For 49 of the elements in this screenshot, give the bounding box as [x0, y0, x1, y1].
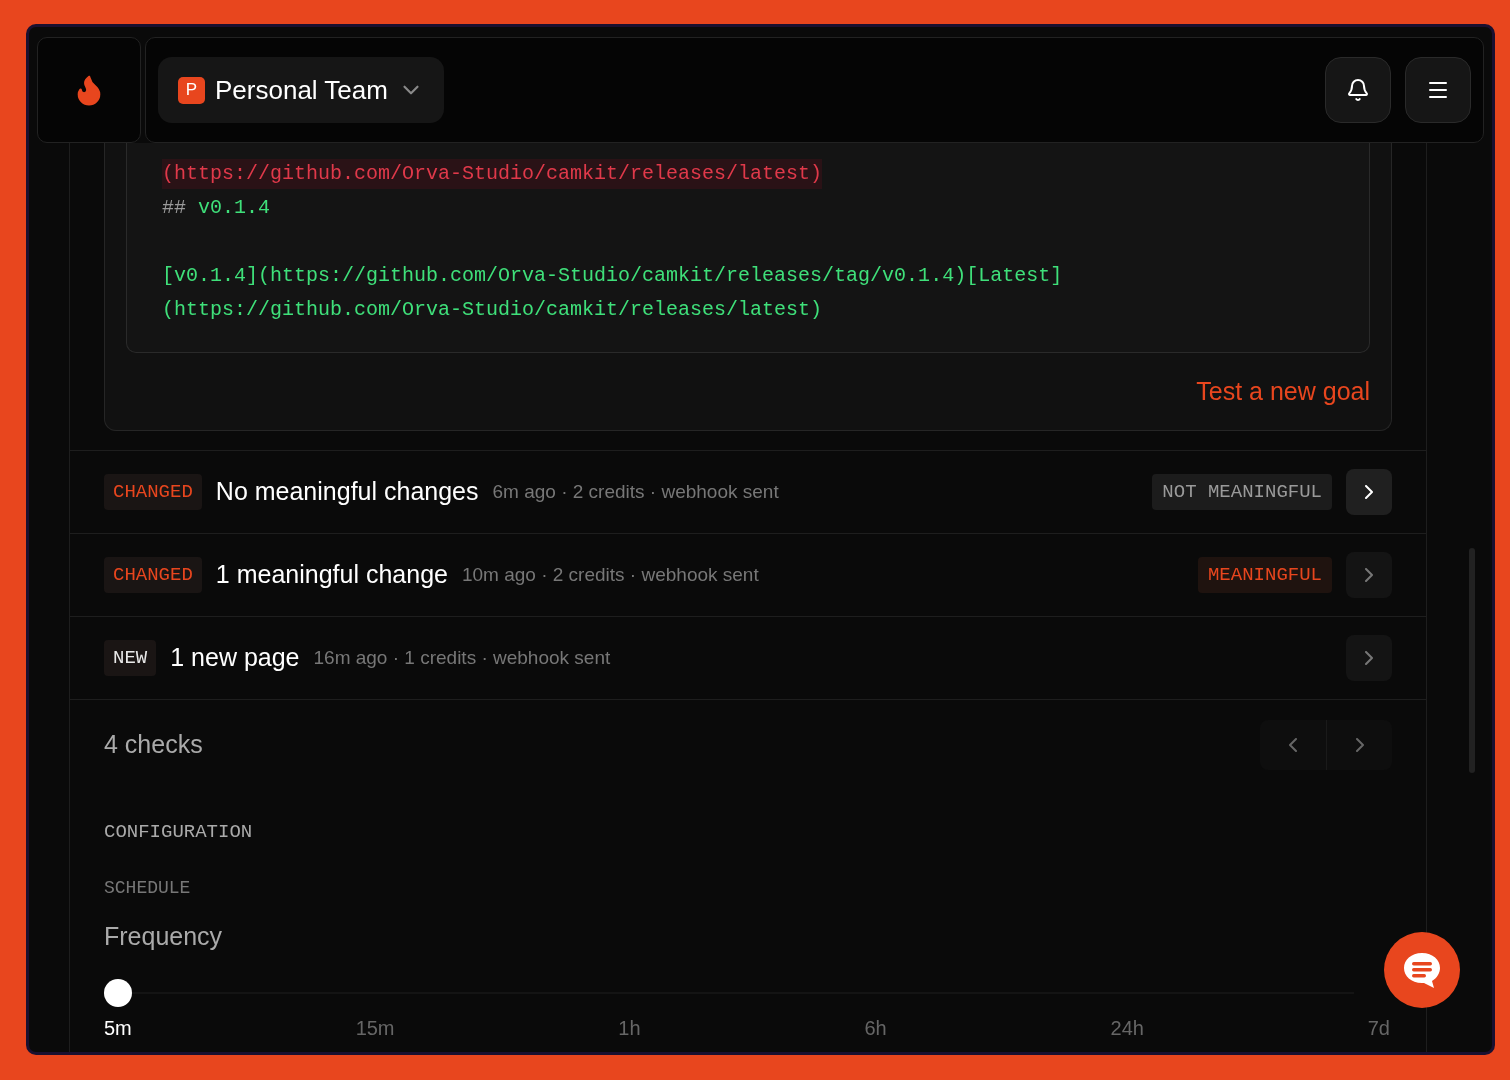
check-title: No meaningful changes: [215, 476, 479, 508]
frequency-label: Frequency: [104, 920, 224, 952]
open-check-button[interactable]: [1346, 552, 1392, 598]
check-title: 1 new page: [170, 642, 300, 674]
check-row[interactable]: CHANGED 1 meaningful change 10m ago · 2 credits · webhook sent MEANINGFUL: [70, 534, 1426, 617]
frequency-option[interactable]: 5m: [104, 1013, 132, 1043]
team-name: Personal Team: [215, 73, 388, 107]
frequency-option[interactable]: 15m: [355, 1013, 395, 1043]
team-selector[interactable]: P Personal Team: [158, 57, 444, 123]
status-tag: NEW: [104, 639, 157, 677]
chevron-right-icon: [1365, 651, 1373, 665]
verdict-tag: MEANINGFUL: [1197, 556, 1332, 594]
heading-text: v0.1.4: [198, 195, 271, 221]
status-tag: CHANGED: [104, 473, 202, 511]
check-row[interactable]: CHANGED No meaningful changes 6m ago · 2 credits · webhook sent NOT MEANINGFUL: [70, 451, 1426, 534]
next-page-button[interactable]: [1326, 720, 1392, 770]
configuration-heading: CONFIGURATION: [104, 820, 254, 845]
frequency-slider[interactable]: [104, 979, 1354, 1007]
bell-icon: [1346, 78, 1370, 102]
checks-count: 4 checks: [104, 729, 203, 761]
check-meta: 16m ago · 1 credits · webhook sent: [313, 645, 611, 670]
test-new-goal-link[interactable]: Test a new goal: [1196, 373, 1370, 411]
frequency-option[interactable]: 1h: [618, 1013, 641, 1043]
menu-button[interactable]: [1405, 57, 1471, 123]
frequency-option[interactable]: 24h: [1110, 1013, 1144, 1043]
added-line: (https://github.com/Orva-Studio/camkit/releases/latest): [162, 297, 823, 323]
check-meta: 10m ago · 2 credits · webhook sent: [461, 562, 759, 587]
slider-thumb[interactable]: [104, 979, 132, 1007]
check-meta: 6m ago · 2 credits · webhook sent: [492, 479, 779, 504]
status-tag: CHANGED: [104, 556, 202, 594]
heading-marker: ##: [162, 195, 186, 221]
open-check-button[interactable]: [1346, 469, 1392, 515]
chevron-right-icon: [1365, 485, 1373, 499]
check-row[interactable]: NEW 1 new page 16m ago · 1 credits · webhook sent: [70, 617, 1426, 700]
chevron-left-icon: [1289, 738, 1297, 752]
chevron-right-icon: [1365, 568, 1373, 582]
verdict-tag: NOT MEANINGFUL: [1152, 473, 1332, 511]
previous-page-button[interactable]: [1260, 720, 1326, 770]
chevron-right-icon: [1355, 738, 1364, 752]
frequency-option[interactable]: 6h: [864, 1013, 887, 1043]
added-line: [v0.1.4](https://github.com/Orva-Studio/camkit/releases/tag/v0.1.4)[Latest]: [162, 263, 1063, 289]
logo-tile[interactable]: [37, 37, 141, 143]
check-title: 1 meaningful change: [215, 559, 448, 591]
chat-bubble-icon: [1402, 951, 1442, 989]
notifications-button[interactable]: [1325, 57, 1391, 123]
open-check-button[interactable]: [1346, 635, 1392, 681]
schedule-heading: SCHEDULE: [104, 876, 192, 900]
team-avatar: P: [178, 76, 205, 104]
frequency-option[interactable]: 7d: [1367, 1013, 1390, 1043]
